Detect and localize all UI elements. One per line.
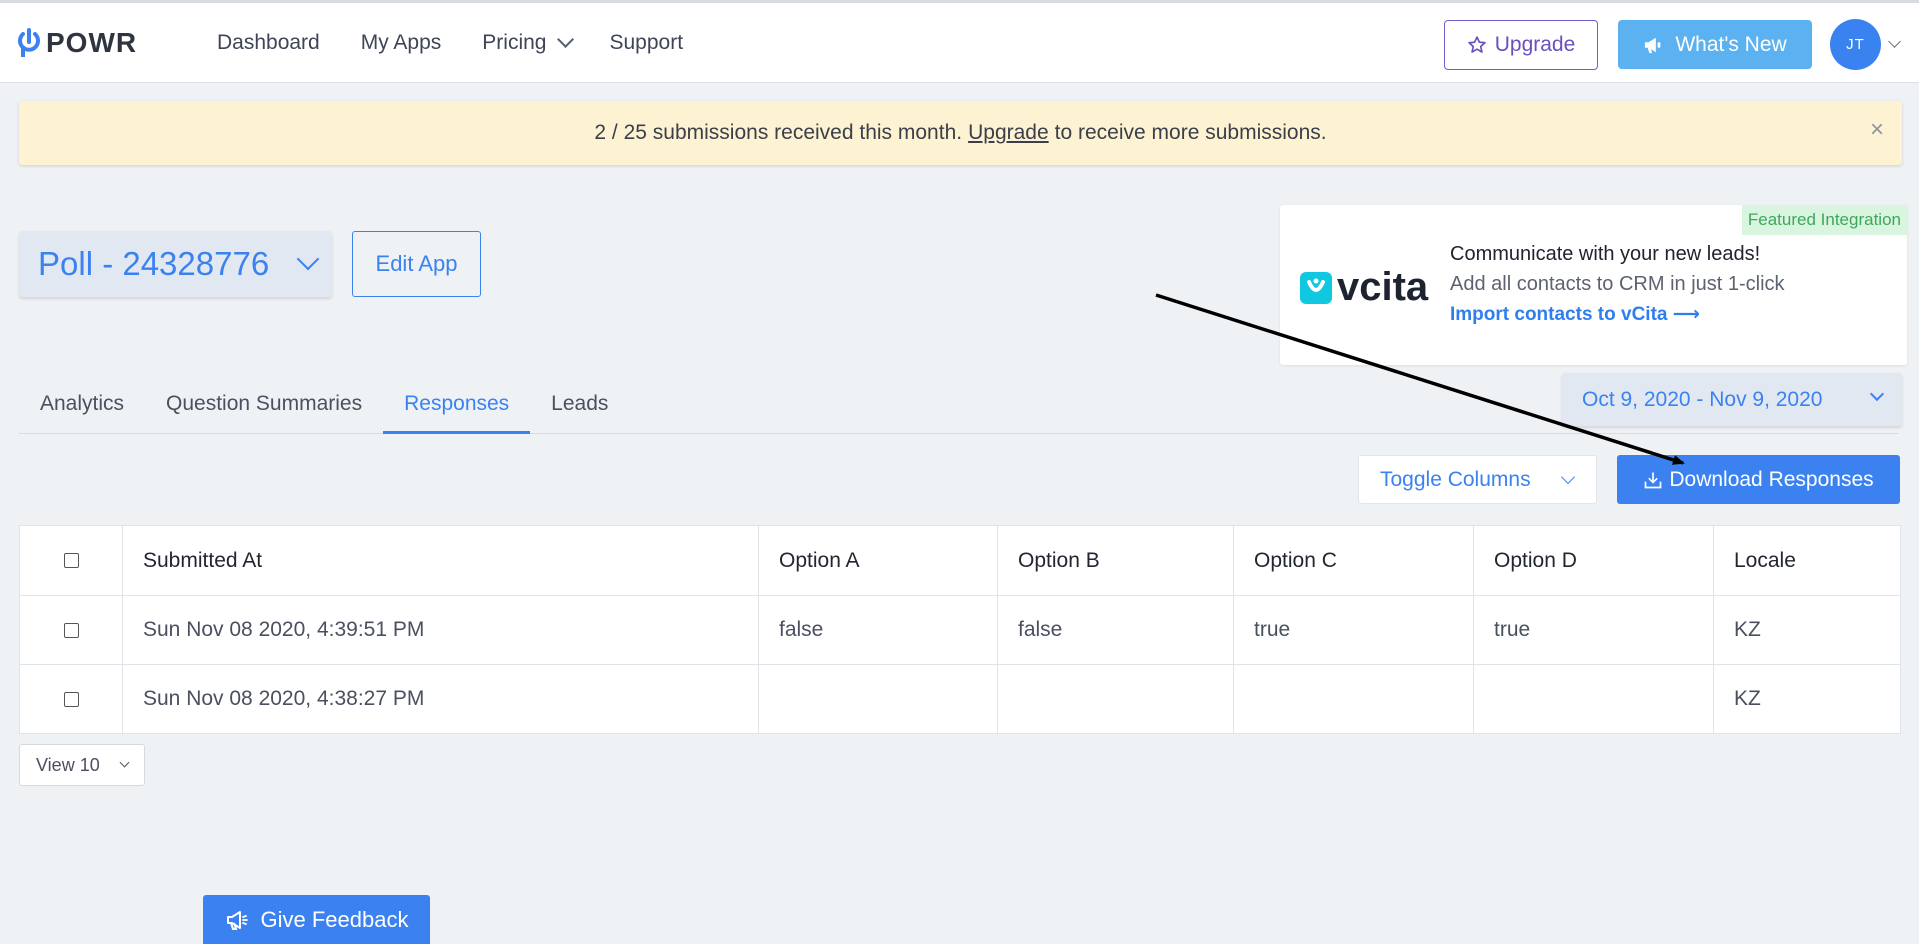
page-size-select[interactable]: View 10 xyxy=(19,744,145,786)
megaphone-icon xyxy=(1645,37,1661,53)
whats-new-button[interactable]: What's New xyxy=(1618,20,1812,69)
star-icon xyxy=(1467,36,1486,53)
row-checkbox[interactable] xyxy=(63,691,79,707)
row-select-cell xyxy=(19,595,123,665)
brand-name: POWR xyxy=(46,27,138,58)
column-header[interactable]: Option D xyxy=(1473,525,1714,596)
vcita-logo-text: vcita xyxy=(1337,265,1429,309)
select-all-cell xyxy=(19,525,123,596)
table-header-row: Submitted At Option A Option B Option C … xyxy=(19,525,1901,596)
table-cell: KZ xyxy=(1713,595,1901,665)
chevron-down-icon xyxy=(1560,469,1576,485)
nav-dashboard[interactable]: Dashboard xyxy=(217,31,320,55)
chevron-down-icon xyxy=(557,30,575,48)
banner-text: 2 / 25 submissions received this month. xyxy=(594,121,963,144)
table-cell xyxy=(758,664,998,734)
table-cell: true xyxy=(1233,595,1474,665)
tab-analytics[interactable]: Analytics xyxy=(19,384,145,434)
table-row[interactable]: Sun Nov 08 2020, 4:39:51 PM false false … xyxy=(19,595,1901,665)
upgrade-button[interactable]: Upgrade xyxy=(1444,20,1598,70)
column-header[interactable]: Option C xyxy=(1233,525,1474,596)
download-responses-button[interactable]: Download Responses xyxy=(1617,455,1900,504)
tab-responses[interactable]: Responses xyxy=(383,384,531,434)
close-icon[interactable]: × xyxy=(1870,116,1884,144)
row-checkbox[interactable] xyxy=(63,622,79,638)
nav-pricing[interactable]: Pricing xyxy=(482,30,575,55)
import-contacts-link[interactable]: Import contacts to vCita ⟶ xyxy=(1450,303,1700,326)
give-feedback-button[interactable]: Give Feedback xyxy=(203,895,430,944)
date-range-value: Oct 9, 2020 - Nov 9, 2020 xyxy=(1582,387,1823,411)
table-row[interactable]: Sun Nov 08 2020, 4:38:27 PM KZ xyxy=(19,664,1901,734)
column-header[interactable]: Option B xyxy=(997,525,1234,596)
app-selector-dropdown[interactable]: Poll - 24328776 xyxy=(19,231,332,297)
download-icon xyxy=(1645,472,1662,488)
table-cell: Sun Nov 08 2020, 4:38:27 PM xyxy=(122,664,759,734)
row-select-cell xyxy=(19,664,123,734)
tab-question-summaries[interactable]: Question Summaries xyxy=(145,384,383,434)
responses-table: Submitted At Option A Option B Option C … xyxy=(19,525,1901,734)
edit-app-button[interactable]: Edit App xyxy=(352,231,481,297)
table-cell: Sun Nov 08 2020, 4:39:51 PM xyxy=(122,595,759,665)
vcita-logo: vcita xyxy=(1300,265,1428,310)
nav-my-apps[interactable]: My Apps xyxy=(361,31,442,55)
tab-leads[interactable]: Leads xyxy=(530,384,629,434)
vcita-logo-icon xyxy=(1300,271,1332,304)
card-subtitle: Add all contacts to CRM in just 1-click xyxy=(1450,273,1785,295)
featured-integration-card: Featured Integration vcita Communicate w… xyxy=(1280,205,1907,365)
chevron-down-icon xyxy=(296,247,320,271)
chevron-down-icon[interactable] xyxy=(1888,35,1901,48)
table-cell: true xyxy=(1473,595,1714,665)
select-all-checkbox[interactable] xyxy=(63,553,79,569)
table-cell xyxy=(1233,664,1474,734)
nav-support[interactable]: Support xyxy=(609,31,683,55)
submissions-banner: 2 / 25 submissions received this month. … xyxy=(19,101,1902,165)
powr-logo[interactable]: POWR xyxy=(18,27,137,59)
column-header[interactable]: Option A xyxy=(758,525,998,596)
table-cell: false xyxy=(758,595,998,665)
banner-upgrade-link[interactable]: Upgrade xyxy=(968,121,1049,145)
user-avatar[interactable]: JT xyxy=(1830,19,1881,70)
top-navbar: POWR Dashboard My Apps Pricing Support U… xyxy=(0,0,1919,83)
toggle-columns-button[interactable]: Toggle Columns xyxy=(1358,455,1597,504)
table-cell: KZ xyxy=(1713,664,1901,734)
power-logo-icon xyxy=(18,28,40,57)
chevron-down-icon xyxy=(119,757,130,768)
date-range-picker[interactable]: Oct 9, 2020 - Nov 9, 2020 xyxy=(1562,373,1902,426)
banner-text-after: to receive more submissions. xyxy=(1054,121,1327,144)
card-title: Communicate with your new leads! xyxy=(1450,243,1761,265)
table-cell xyxy=(997,664,1234,734)
table-cell: false xyxy=(997,595,1234,665)
app-name: Poll - 24328776 xyxy=(38,245,270,282)
main-nav: Dashboard My Apps Pricing Support xyxy=(217,30,724,55)
table-cell xyxy=(1473,664,1714,734)
featured-integration-badge: Featured Integration xyxy=(1741,205,1907,235)
chevron-down-icon xyxy=(1869,386,1885,402)
column-header[interactable]: Locale xyxy=(1713,525,1901,596)
column-header[interactable]: Submitted At xyxy=(122,525,759,596)
megaphone-icon xyxy=(226,910,248,930)
